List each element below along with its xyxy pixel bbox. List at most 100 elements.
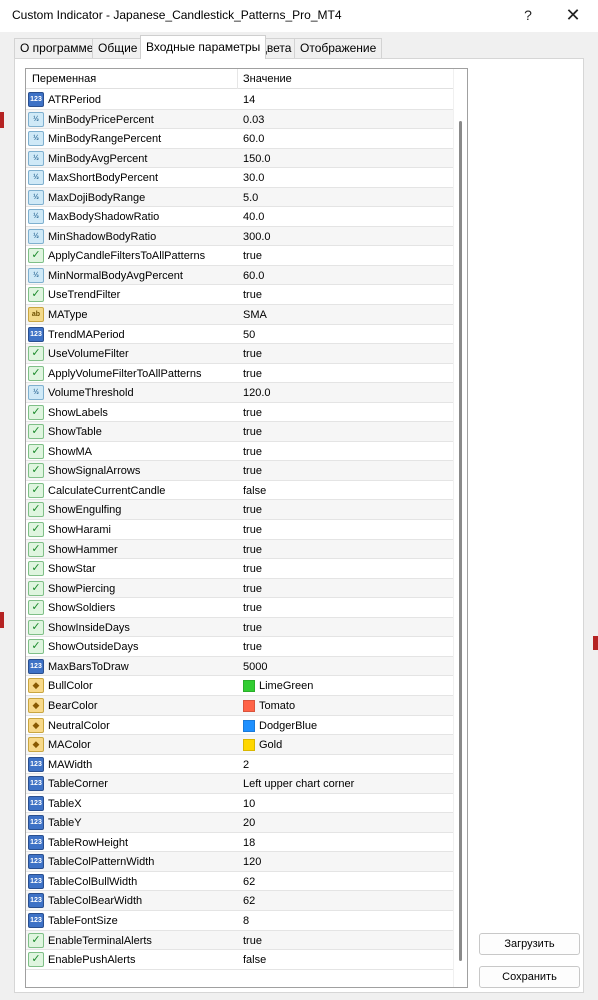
parameter-row[interactable]: ½ MinBodyAvgPercent 150.0 [26,148,453,169]
parameter-value[interactable]: Left upper chart corner [243,778,354,790]
parameter-value[interactable]: 60.0 [243,133,264,145]
parameter-value[interactable]: 30.0 [243,172,264,184]
parameter-value[interactable]: 5.0 [243,192,258,204]
tab-about[interactable]: О программе [14,38,100,58]
parameter-value[interactable]: 8 [243,915,249,927]
column-separator[interactable] [237,69,238,89]
parameter-value[interactable]: false [243,954,266,966]
parameter-value[interactable]: 2 [243,759,249,771]
parameter-row[interactable]: ◆ NeutralColor DodgerBlue [26,715,453,736]
parameter-row[interactable]: ✓ ShowOutsideDays true [26,637,453,657]
parameter-value[interactable]: 10 [243,798,255,810]
tab-inputs[interactable]: Входные параметры [140,35,267,59]
parameter-row[interactable]: ✓ ShowTable true [26,422,453,442]
parameter-row[interactable]: ✓ CalculateCurrentCandle false [26,480,453,501]
parameter-value[interactable]: true [243,465,262,477]
parameter-value[interactable]: 300.0 [243,231,271,243]
parameter-row[interactable]: 123 TableY 20 [26,813,453,833]
parameter-row[interactable]: 123 TableCorner Left upper chart corner [26,774,453,794]
parameter-value[interactable]: true [243,504,262,516]
load-button[interactable]: Загрузить [479,933,580,955]
parameter-row[interactable]: 123 TableRowHeight 18 [26,832,453,853]
parameter-row[interactable]: ✓ ShowInsideDays true [26,617,453,638]
grid-scrollbar[interactable] [453,69,467,987]
parameter-value[interactable]: 14 [243,94,255,106]
color-swatch[interactable] [243,719,255,732]
parameter-value[interactable]: true [243,583,262,595]
parameter-row[interactable]: ✓ ShowHarami true [26,520,453,540]
parameter-row[interactable]: ◆ BullColor LimeGreen [26,676,453,696]
parameter-row[interactable]: ½ MinNormalBodyAvgPercent 60.0 [26,265,453,286]
column-header-value[interactable]: Значение [243,73,292,85]
parameter-row[interactable]: ½ MaxDojiBodyRange 5.0 [26,187,453,208]
parameter-row[interactable]: 123 MAWidth 2 [26,754,453,775]
parameter-value[interactable]: true [243,602,262,614]
parameter-row[interactable]: ½ MaxShortBodyPercent 30.0 [26,168,453,188]
parameter-value[interactable]: 18 [243,837,255,849]
parameter-row[interactable]: ½ MaxBodyShadowRatio 40.0 [26,207,453,227]
parameter-row[interactable]: ✓ ShowPiercing true [26,578,453,599]
parameter-row[interactable]: ½ MinShadowBodyRatio 300.0 [26,226,453,247]
parameter-value[interactable]: true [243,407,262,419]
parameter-value[interactable]: true [243,622,262,634]
parameter-value[interactable]: true [243,935,262,947]
parameter-value[interactable]: true [243,289,262,301]
parameter-value[interactable]: true [243,368,262,380]
parameter-row[interactable]: ✓ ShowEngulfing true [26,500,453,521]
parameter-value[interactable]: true [243,524,262,536]
tab-common[interactable]: Общие [92,38,144,58]
parameter-row[interactable]: ✓ ShowHammer true [26,539,453,560]
parameter-row[interactable]: 123 TableX 10 [26,793,453,814]
parameter-value[interactable]: LimeGreen [259,680,313,692]
parameter-row[interactable]: 123 TableColPatternWidth 120 [26,852,453,872]
parameter-row[interactable]: ✓ EnablePushAlerts false [26,950,453,970]
color-swatch[interactable] [243,739,255,752]
parameter-row[interactable]: ✓ ApplyCandleFiltersToAllPatterns true [26,246,453,266]
parameter-row[interactable]: ✓ EnableTerminalAlerts true [26,930,453,951]
parameter-row[interactable]: ✓ ApplyVolumeFilterToAllPatterns true [26,363,453,384]
tab-visualization[interactable]: Отображение [294,38,383,58]
parameter-value[interactable]: true [243,446,262,458]
parameter-row[interactable]: ✓ ShowStar true [26,559,453,579]
parameter-row[interactable]: ✓ ShowMA true [26,441,453,462]
color-swatch[interactable] [243,699,255,712]
parameter-row[interactable]: 123 TableColBullWidth 62 [26,871,453,892]
parameter-value[interactable]: true [243,544,262,556]
parameter-row[interactable]: 123 TrendMAPeriod 50 [26,324,453,345]
parameter-value[interactable]: 120.0 [243,387,271,399]
parameter-row[interactable]: ab MAType SMA [26,305,453,325]
column-header-variable[interactable]: Переменная [32,73,96,85]
parameter-value[interactable]: Gold [259,739,282,751]
parameter-row[interactable]: ✓ UseTrendFilter true [26,285,453,306]
parameter-value[interactable]: 20 [243,817,255,829]
parameter-row[interactable]: 123 ATRPeriod 14 [26,90,453,110]
parameter-value[interactable]: 40.0 [243,211,264,223]
parameter-value[interactable]: true [243,426,262,438]
parameter-value[interactable]: DodgerBlue [259,720,317,732]
parameter-value[interactable]: 120 [243,856,261,868]
parameter-row[interactable]: ✓ ShowSoldiers true [26,598,453,618]
close-button[interactable]: ✕ [558,3,588,27]
parameter-row[interactable]: ½ MinBodyPricePercent 0.03 [26,109,453,130]
parameter-row[interactable]: ✓ ShowSignalArrows true [26,461,453,481]
parameter-value[interactable]: 0.03 [243,114,264,126]
parameter-value[interactable]: 150.0 [243,153,271,165]
parameter-value[interactable]: true [243,250,262,262]
parameter-value[interactable]: true [243,348,262,360]
color-swatch[interactable] [243,680,255,693]
parameter-value[interactable]: 50 [243,329,255,341]
parameter-value[interactable]: 60.0 [243,270,264,282]
parameter-row[interactable]: ✓ UseVolumeFilter true [26,344,453,364]
parameter-value[interactable]: false [243,485,266,497]
parameter-row[interactable]: ◆ MAColor Gold [26,735,453,755]
help-button[interactable]: ? [513,3,543,27]
parameter-row[interactable]: ✓ ShowLabels true [26,402,453,423]
parameter-value[interactable]: SMA [243,309,267,321]
parameter-value[interactable]: 5000 [243,661,267,673]
parameter-value[interactable]: true [243,641,262,653]
parameter-row[interactable]: 123 TableColBearWidth 62 [26,891,453,911]
parameter-value[interactable]: 62 [243,895,255,907]
parameter-row[interactable]: ½ VolumeThreshold 120.0 [26,383,453,403]
parameter-row[interactable]: ◆ BearColor Tomato [26,695,453,716]
parameter-value[interactable]: Tomato [259,700,295,712]
